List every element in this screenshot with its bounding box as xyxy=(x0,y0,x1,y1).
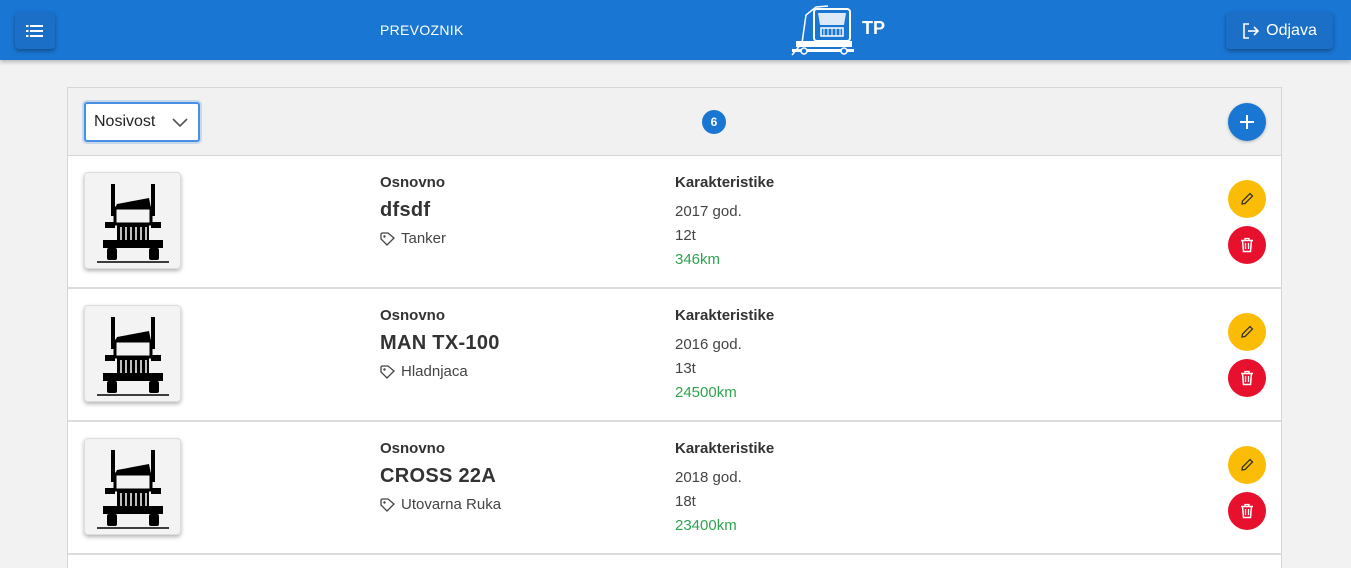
characteristics-section-title: Karakteristike xyxy=(675,174,775,191)
vehicle-type-label: Utovarna Ruka xyxy=(401,496,502,513)
top-navbar: PREVOZNIK TP Odjava xyxy=(0,0,1351,60)
characteristics: Karakteristike 2017 god. 12t 346km xyxy=(675,174,774,267)
vehicle-type: Tanker xyxy=(380,230,446,247)
truck-logo-icon xyxy=(791,5,854,56)
tag-icon xyxy=(380,231,395,246)
list-icon xyxy=(26,24,43,37)
basic-section-title: Osnovno xyxy=(380,307,446,324)
edit-button[interactable] xyxy=(1228,446,1266,484)
sort-select[interactable]: Nosivost xyxy=(84,102,200,142)
vehicle-capacity: 13t xyxy=(675,360,696,377)
characteristics-section-title: Karakteristike xyxy=(675,307,775,324)
list-toolbar: Nosivost 6 xyxy=(68,88,1281,156)
plus-icon xyxy=(1240,115,1254,129)
vehicle-name: MAN TX-100 xyxy=(380,332,500,354)
brand-label: PREVOZNIK xyxy=(380,22,464,38)
vehicle-mileage: 24500km xyxy=(675,384,737,401)
vehicle-mileage: 346km xyxy=(675,251,721,268)
delete-button[interactable] xyxy=(1228,226,1266,264)
characteristics: Karakteristike 2018 god. 18t 23400km xyxy=(675,440,774,533)
trash-icon xyxy=(1241,503,1253,519)
vehicle-count-badge: 6 xyxy=(702,110,726,134)
basic-info: Osnovno CROSS 22A Utovarna Ruka xyxy=(380,440,501,513)
characteristics-section-title: Karakteristike xyxy=(675,440,775,457)
delete-button[interactable] xyxy=(1228,359,1266,397)
add-vehicle-button[interactable] xyxy=(1228,103,1266,141)
truck-icon xyxy=(96,449,169,529)
vehicle-capacity: 18t xyxy=(675,493,696,510)
logout-label: Odjava xyxy=(1266,21,1317,39)
pencil-icon xyxy=(1241,325,1254,338)
vehicle-type: Hladnjaca xyxy=(380,363,500,380)
vehicle-type: Utovarna Ruka xyxy=(380,496,501,513)
vehicle-list-panel: Nosivost 6 Osnovno dfsdf Tanker Karakter… xyxy=(67,87,1282,568)
menu-button[interactable] xyxy=(15,12,55,49)
sort-select-value: Nosivost xyxy=(94,113,156,130)
vehicle-year: 2016 god. xyxy=(675,336,742,353)
pencil-icon xyxy=(1241,192,1254,205)
tag-icon xyxy=(380,497,395,512)
logout-icon xyxy=(1243,22,1260,39)
vehicle-name: dfsdf xyxy=(380,199,431,221)
chevron-down-icon xyxy=(172,118,188,128)
vehicle-row: Osnovno dfsdf Tanker Karakteristike 2017… xyxy=(68,156,1281,289)
edit-button[interactable] xyxy=(1228,180,1266,218)
tag-icon xyxy=(380,364,395,379)
vehicle-year: 2017 god. xyxy=(675,203,742,220)
basic-info: Osnovno MAN TX-100 Hladnjaca xyxy=(380,307,500,380)
vehicle-row: Osnovno MAN TX-100 Hladnjaca Karakterist… xyxy=(68,289,1281,422)
vehicle-capacity: 12t xyxy=(675,227,696,244)
vehicle-image[interactable] xyxy=(84,438,181,535)
edit-button[interactable] xyxy=(1228,313,1266,351)
vehicle-year: 2018 god. xyxy=(675,469,742,486)
vehicle-name: CROSS 22A xyxy=(380,465,497,487)
logo-text: TP xyxy=(862,18,886,38)
vehicle-type-label: Hladnjaca xyxy=(401,363,468,380)
pencil-icon xyxy=(1241,458,1254,471)
vehicle-image[interactable] xyxy=(84,305,181,402)
delete-button[interactable] xyxy=(1228,492,1266,530)
vehicle-row: Osnovno CROSS 22A Utovarna Ruka Karakter… xyxy=(68,422,1281,555)
logout-button[interactable]: Odjava xyxy=(1226,12,1333,49)
trash-icon xyxy=(1241,370,1253,386)
vehicle-mileage: 23400km xyxy=(675,517,737,534)
vehicle-type-label: Tanker xyxy=(401,230,447,247)
characteristics: Karakteristike 2016 god. 13t 24500km xyxy=(675,307,774,400)
basic-section-title: Osnovno xyxy=(380,174,446,191)
truck-icon xyxy=(96,183,169,263)
truck-icon xyxy=(96,316,169,396)
basic-info: Osnovno dfsdf Tanker xyxy=(380,174,446,247)
vehicle-image[interactable] xyxy=(84,172,181,269)
basic-section-title: Osnovno xyxy=(380,440,446,457)
trash-icon xyxy=(1241,237,1253,253)
